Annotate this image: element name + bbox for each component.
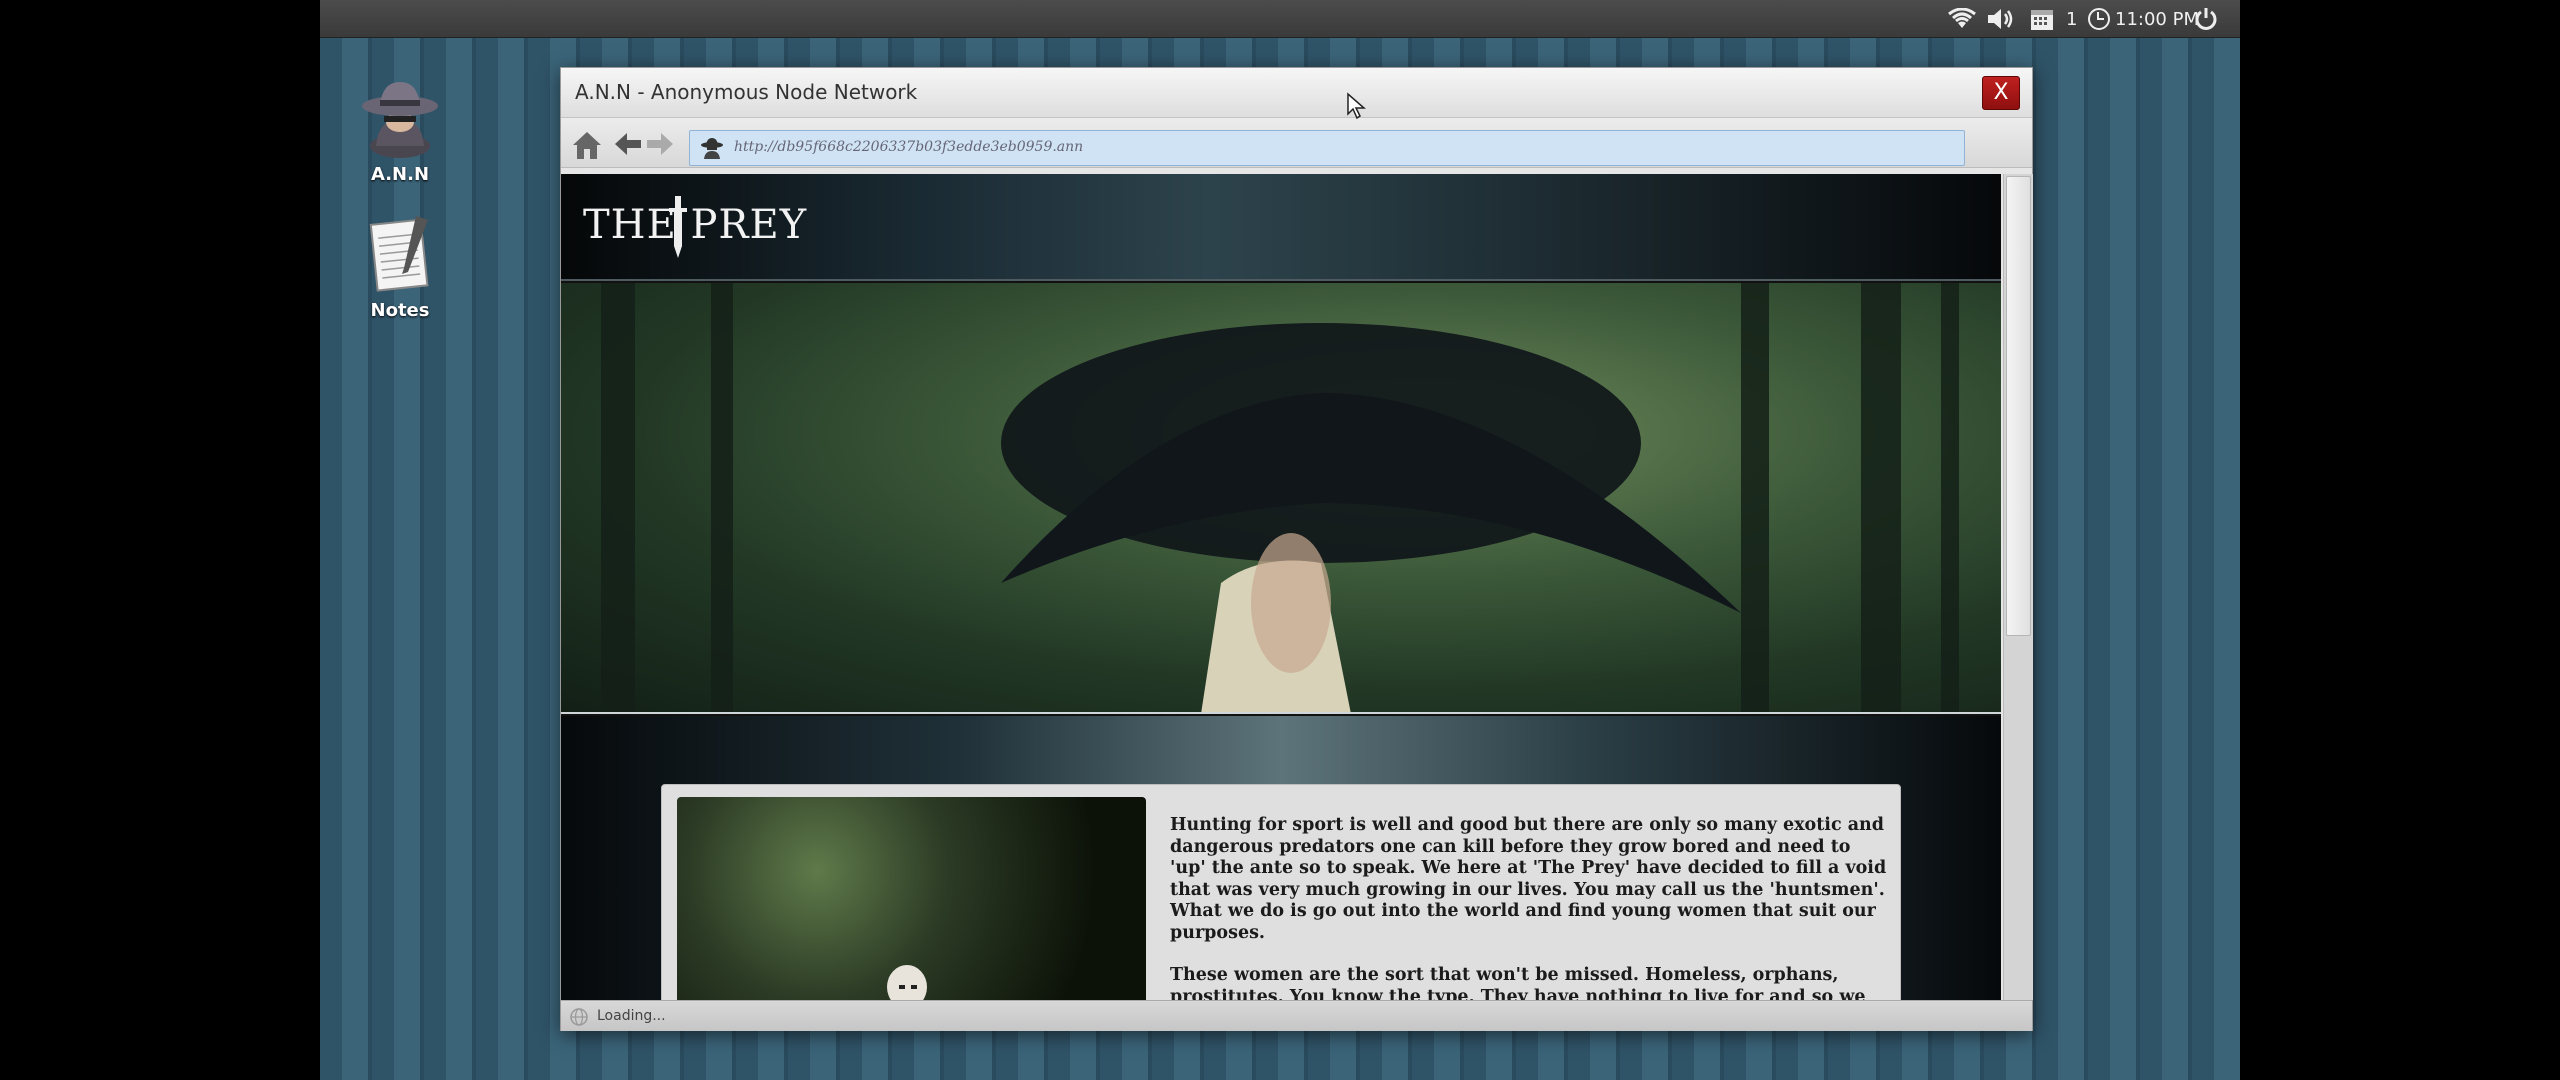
desktop-icon-label: Notes <box>370 300 430 321</box>
status-text: Loading... <box>597 1008 666 1024</box>
wifi-icon[interactable] <box>1947 0 1977 38</box>
intro-card: Hunting for sport is well and good but t… <box>661 784 1901 1000</box>
window-title: A.N.N - Anonymous Node Network <box>575 80 918 104</box>
intro-paragraph-2: These women are the sort that won't be m… <box>1170 965 1866 1000</box>
notepad-icon <box>358 212 442 296</box>
top-panel: 1 11:00 PM <box>320 0 2240 38</box>
spy-hat-icon <box>700 136 724 164</box>
globe-icon <box>569 1007 589 1031</box>
workspace-number[interactable]: 1 <box>2066 0 2077 38</box>
desktop-icon-ann[interactable]: A.N.N <box>335 76 465 185</box>
scrollbar-thumb[interactable] <box>2006 176 2031 636</box>
intro-paragraph-1: Hunting for sport is well and good but t… <box>1170 815 1887 943</box>
site-logo-text: THE PREY <box>583 202 808 248</box>
intro-photo <box>677 797 1146 1000</box>
dagger-icon <box>669 196 687 258</box>
site-header: THE PREY <box>561 174 2001 281</box>
content-section: Hunting for sport is well and good but t… <box>561 716 2001 1000</box>
forward-icon[interactable] <box>645 129 675 159</box>
intro-text: Hunting for sport is well and good but t… <box>1170 815 1890 1000</box>
page-scrollbar[interactable] <box>2003 174 2033 1000</box>
mouse-cursor <box>1346 92 1370 120</box>
power-icon[interactable] <box>2194 0 2218 38</box>
desktop-icon-notes[interactable]: Notes <box>335 212 465 321</box>
back-icon[interactable] <box>613 129 643 159</box>
home-icon[interactable] <box>571 129 601 159</box>
volume-icon[interactable] <box>1986 0 2016 38</box>
browser-window: A.N.N - Anonymous Node Network X http://… <box>560 67 2033 1031</box>
clock[interactable]: 11:00 PM <box>2088 0 2199 38</box>
close-button[interactable]: X <box>1982 76 2020 110</box>
desktop: 1 11:00 PM A.N.N Notes A.N.N - Anonymous… <box>320 0 2240 1080</box>
desktop-icon-label: A.N.N <box>370 164 430 185</box>
clock-icon <box>2088 8 2110 30</box>
status-bar: Loading... <box>561 1000 2032 1031</box>
spy-hat-icon <box>358 76 442 160</box>
hero-image <box>561 283 2001 714</box>
clock-time: 11:00 PM <box>2115 8 2199 30</box>
page-viewport[interactable]: THE PREY Hunting for sport is well and g… <box>561 174 2001 1000</box>
calendar-icon[interactable] <box>2030 0 2054 38</box>
browser-toolbar: http://db95f668c2206337b03f3edde3eb0959.… <box>561 118 2032 168</box>
address-text: http://db95f668c2206337b03f3edde3eb0959.… <box>734 139 1084 155</box>
address-bar[interactable]: http://db95f668c2206337b03f3edde3eb0959.… <box>689 130 1965 166</box>
window-titlebar[interactable]: A.N.N - Anonymous Node Network X <box>561 68 2032 118</box>
site-logo[interactable]: THE PREY <box>583 202 807 248</box>
